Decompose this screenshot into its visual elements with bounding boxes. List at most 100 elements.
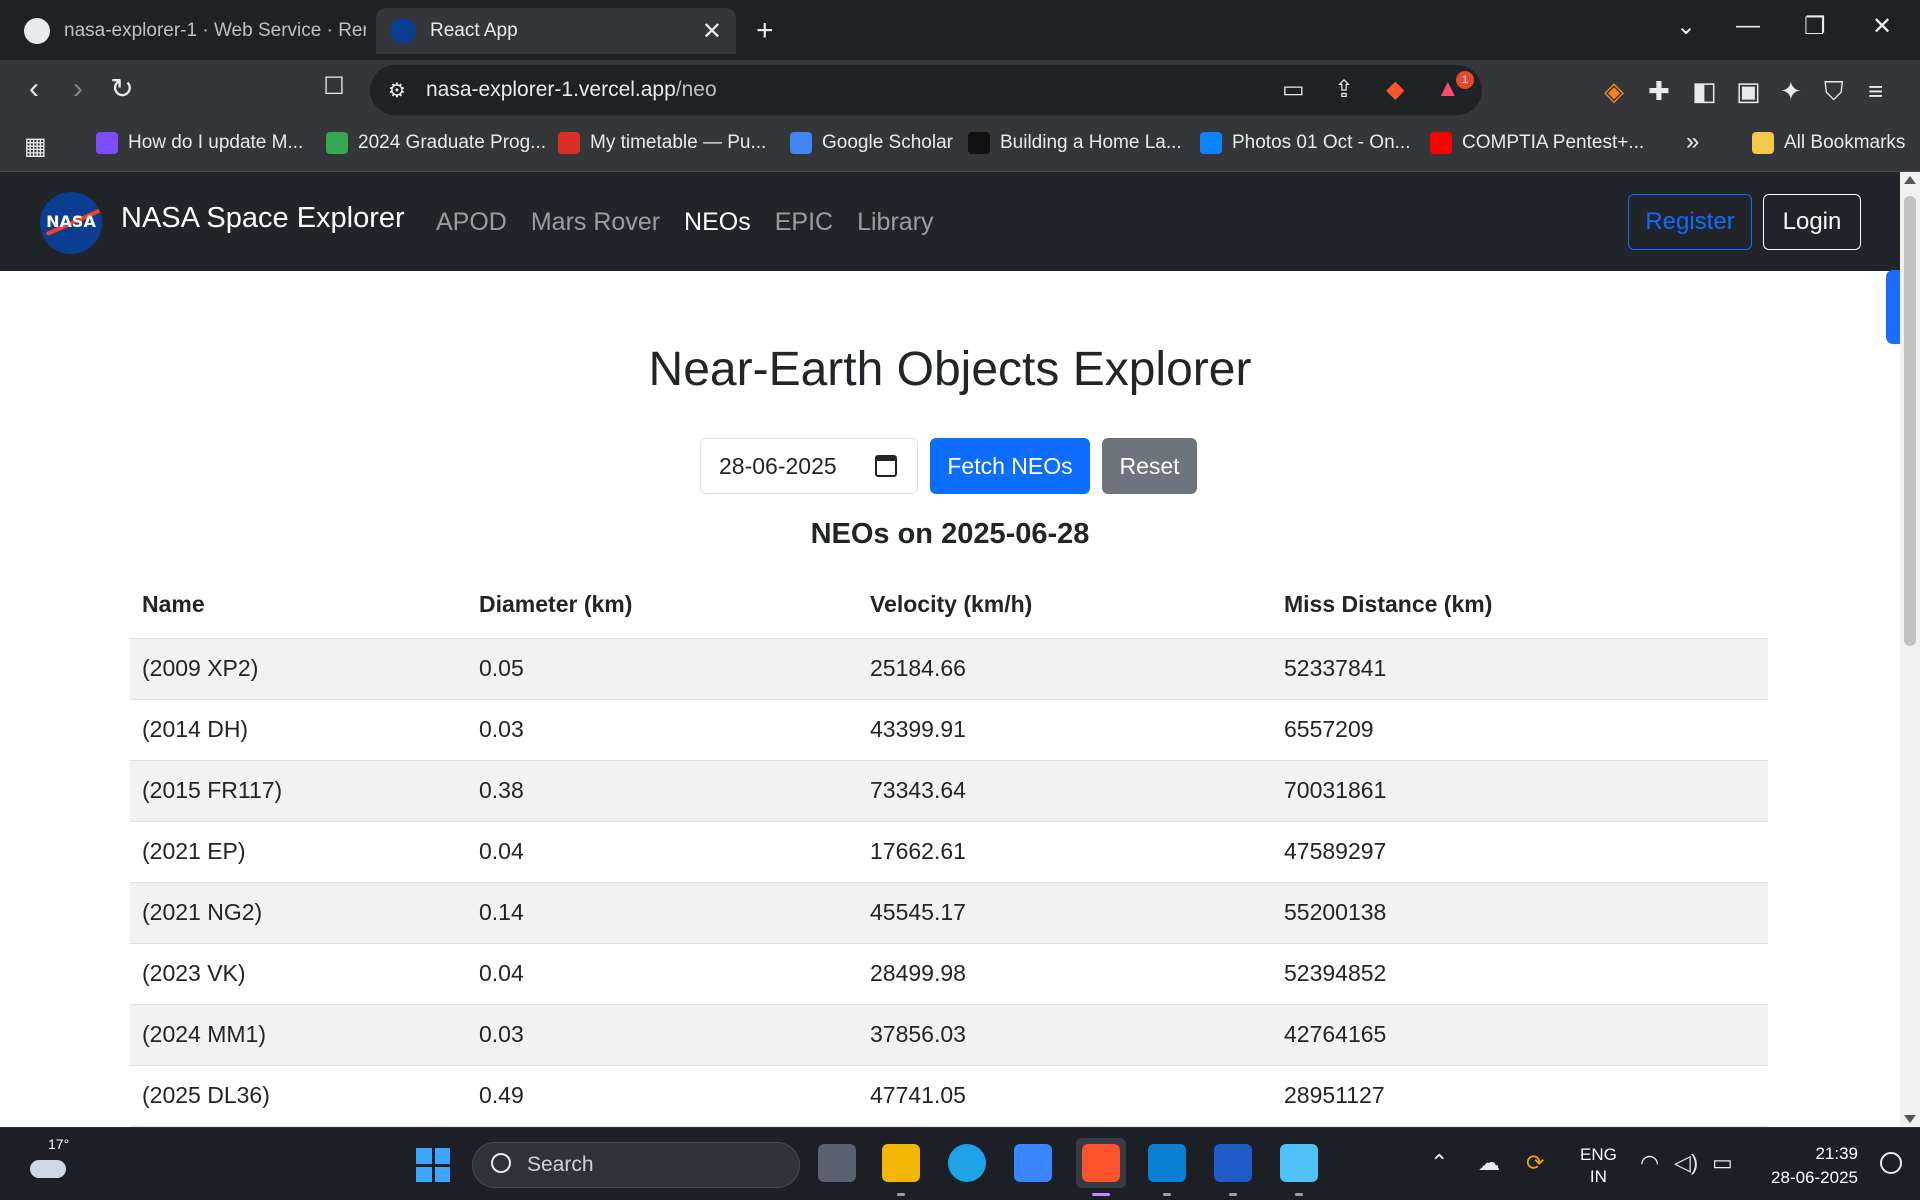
bookmark-favicon-icon — [968, 132, 990, 154]
word-icon[interactable] — [1214, 1144, 1252, 1182]
nav-link-apod[interactable]: APOD — [436, 208, 507, 237]
table-row: (2024 MM1) 0.03 37856.03 42764165 — [130, 1004, 1768, 1066]
cell-miss-distance: 47589297 — [1272, 821, 1768, 883]
onedrive-cloud-icon[interactable]: ☁ — [1478, 1150, 1500, 1176]
tray-overflow-chevron-icon[interactable]: ⌃ — [1430, 1150, 1448, 1176]
table-row: (2021 NG2) 0.14 45545.17 55200138 — [130, 882, 1768, 944]
scroll-position-marker — [1886, 270, 1900, 344]
metamask-icon[interactable]: ◈ — [1604, 76, 1624, 107]
sidebar-icon[interactable]: ◧ — [1692, 76, 1717, 107]
site-navbar: NASA NASA Space Explorer APOD Mars Rover… — [0, 172, 1900, 271]
cell-miss-distance: 55200138 — [1272, 882, 1768, 944]
vpn-shield-icon[interactable]: ⛉ — [1824, 76, 1844, 108]
apps-grid-icon[interactable]: ▦ — [24, 132, 47, 161]
forward-icon[interactable]: › — [58, 72, 98, 106]
bookmark-icon[interactable]: ☐ — [314, 72, 354, 101]
bookmark-label: 2024 Graduate Prog... — [358, 132, 547, 153]
share-icon[interactable]: ⇪ — [1334, 75, 1354, 104]
bookmarks-bar: ▦ How do I update M... 2024 Graduate Pro… — [0, 122, 1920, 172]
edge-icon[interactable] — [948, 1144, 986, 1182]
restore-icon[interactable]: ❐ — [1804, 12, 1826, 41]
vscode-icon[interactable] — [1148, 1144, 1186, 1182]
cell-diameter: 0.04 — [467, 943, 858, 1005]
leo-ai-icon[interactable]: ✦ — [1780, 76, 1802, 107]
weather-widget[interactable]: 17° — [28, 1136, 69, 1182]
brave-shields-icon[interactable]: ◆ — [1386, 75, 1404, 104]
back-icon[interactable]: ‹ — [14, 72, 54, 106]
bookmark-item[interactable]: Google Scholar — [790, 132, 953, 154]
page-scrollbar[interactable] — [1900, 172, 1920, 1127]
scroll-up-arrow-icon[interactable] — [1904, 176, 1916, 184]
scrollbar-thumb[interactable] — [1904, 196, 1916, 646]
bookmark-item[interactable]: 2024 Graduate Prog... — [326, 132, 546, 154]
nav-link-library[interactable]: Library — [857, 208, 933, 237]
windows-start-icon[interactable] — [416, 1148, 450, 1182]
search-icon — [491, 1153, 511, 1173]
battery-icon[interactable]: ▭ — [1712, 1150, 1733, 1176]
language-indicator[interactable]: ENG IN — [1580, 1144, 1617, 1188]
column-header-diameter: Diameter (km) — [467, 572, 858, 639]
reset-button[interactable]: Reset — [1102, 438, 1197, 494]
bookmark-item[interactable]: Building a Home La... — [968, 132, 1182, 154]
cell-velocity: 43399.91 — [858, 699, 1272, 761]
install-app-icon[interactable]: ▭ — [1282, 75, 1305, 104]
clock-date: 28-06-2025 — [1771, 1168, 1858, 1187]
app-running-indicator — [1163, 1193, 1171, 1196]
brave-icon[interactable] — [1082, 1144, 1120, 1182]
extensions-icon[interactable]: ✚ — [1648, 76, 1670, 107]
system-clock[interactable]: 21:39 28-06-2025 — [1762, 1142, 1858, 1190]
table-row: (2015 FR117) 0.38 73343.64 70031861 — [130, 760, 1768, 822]
tab-search-chevron-icon[interactable]: ⌄ — [1676, 12, 1696, 41]
browser-toolbar: ‹ › ↻ ☐ ⚙ nasa-explorer-1.vercel.app/neo… — [0, 60, 1920, 122]
bookmark-item[interactable]: COMPTIA Pentest+... — [1430, 132, 1644, 154]
file-explorer-icon[interactable] — [882, 1144, 920, 1182]
wifi-icon[interactable]: ◠ — [1640, 1150, 1659, 1176]
calendar-icon[interactable] — [875, 455, 897, 477]
date-value: 28-06-2025 — [719, 452, 837, 479]
app-running-indicator — [897, 1193, 905, 1196]
bookmark-item[interactable]: How do I update M... — [96, 132, 303, 154]
scroll-down-arrow-icon[interactable] — [1904, 1115, 1916, 1123]
volume-icon[interactable]: ◁) — [1674, 1150, 1698, 1176]
taskbar-search[interactable]: Search — [472, 1142, 800, 1188]
app-running-indicator — [1295, 1193, 1303, 1196]
address-bar[interactable]: ⚙ nasa-explorer-1.vercel.app/neo ▭ ⇪ ◆ ▲… — [370, 65, 1482, 115]
minimize-icon[interactable]: — — [1736, 12, 1760, 40]
new-tab-button[interactable]: + — [756, 14, 774, 48]
bookmarks-overflow-icon[interactable]: » — [1686, 128, 1699, 156]
all-bookmarks-folder[interactable]: All Bookmarks — [1752, 132, 1905, 154]
tab-react-app[interactable]: React App ✕ — [376, 8, 736, 54]
cell-velocity: 73343.64 — [858, 760, 1272, 822]
cell-velocity: 28499.98 — [858, 943, 1272, 1005]
column-header-velocity: Velocity (km/h) — [858, 572, 1272, 639]
register-button[interactable]: Register — [1628, 194, 1752, 250]
tab-title: React App — [430, 20, 518, 41]
login-button[interactable]: Login — [1763, 194, 1861, 250]
fetch-neos-button[interactable]: Fetch NEOs — [930, 438, 1090, 494]
bookmark-item[interactable]: Photos 01 Oct - On... — [1200, 132, 1410, 154]
bookmark-item[interactable]: My timetable — Pu... — [558, 132, 766, 154]
nasa-logo-icon[interactable]: NASA — [40, 192, 102, 254]
cell-diameter: 0.03 — [467, 699, 858, 761]
wallet-icon[interactable]: ▣ — [1736, 76, 1761, 107]
task-view-icon[interactable] — [818, 1144, 856, 1182]
nav-link-neos[interactable]: NEOs — [684, 208, 751, 237]
site-settings-icon[interactable]: ⚙ — [388, 78, 406, 103]
close-tab-icon[interactable]: ✕ — [702, 17, 722, 46]
menu-icon[interactable]: ≡ — [1868, 76, 1883, 107]
sync-icon[interactable]: ⟳ — [1526, 1150, 1544, 1176]
bookmark-label: How do I update M... — [128, 132, 304, 153]
browser-tab-bar: nasa-explorer-1 · Web Service · Render R… — [0, 0, 1920, 60]
brand-name[interactable]: NASA Space Explorer — [121, 202, 405, 235]
close-window-icon[interactable]: ✕ — [1872, 12, 1892, 41]
notifications-icon[interactable] — [1880, 1152, 1902, 1174]
tab-render[interactable]: nasa-explorer-1 · Web Service · Render — [10, 8, 380, 54]
date-input[interactable]: 28-06-2025 — [700, 438, 918, 494]
cell-name: (2023 VK) — [130, 943, 467, 1005]
address-host: nasa-explorer-1.vercel.app — [426, 78, 676, 101]
nav-link-epic[interactable]: EPIC — [775, 208, 833, 237]
notepad-icon[interactable] — [1280, 1144, 1318, 1182]
microsoft-store-icon[interactable] — [1014, 1144, 1052, 1182]
nav-link-mars-rover[interactable]: Mars Rover — [531, 208, 660, 237]
reload-icon[interactable]: ↻ — [102, 72, 142, 105]
